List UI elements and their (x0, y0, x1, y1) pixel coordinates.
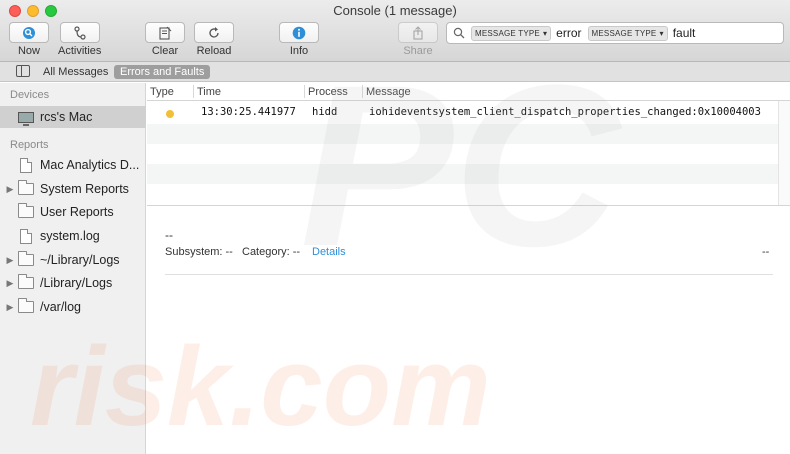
sidebar-item-library-logs[interactable]: ▶ /Library/Logs (0, 272, 146, 294)
search-value-fault: fault (672, 26, 696, 40)
devices-header: Devices (10, 89, 50, 101)
sidebar-item-system-log[interactable]: system.log (0, 225, 146, 247)
disclosure-triangle-icon[interactable]: ▶ (5, 278, 15, 289)
sidebar-item-system-reports[interactable]: ▶ System Reports (0, 178, 146, 200)
sidebar-item-label: Mac Analytics D... (40, 158, 140, 172)
type-indicator-icon (166, 110, 174, 118)
info-label: Info (289, 45, 309, 57)
row-message: iohideventsystem_client_dispatch_propert… (369, 106, 761, 118)
search-field[interactable]: MESSAGE TYPE ▾ error MESSAGE TYPE ▾ faul… (446, 22, 784, 44)
sidebar-item-label: ~/Library/Logs (40, 253, 120, 267)
folder-icon (18, 251, 34, 266)
table-scrollbar[interactable] (778, 101, 790, 205)
row-time: 13:30:25.441977 (201, 106, 296, 118)
log-table: Type Time Process Message 13:30:25.44197… (147, 83, 790, 206)
detail-divider (165, 274, 773, 275)
toolbar: Console (1 message) Now Activities Clear… (0, 0, 790, 62)
reload-icon (209, 26, 219, 38)
now-icon (23, 26, 35, 39)
activities-icon (74, 25, 86, 40)
share-toolbar-item[interactable]: Share (398, 22, 438, 57)
console-window: Console (1 message) Now Activities Clear… (0, 0, 790, 454)
window-title: Console (1 message) (333, 3, 457, 18)
row-process: hidd (312, 106, 338, 118)
sidebar-item-var-log[interactable]: ▶ /var/log (0, 296, 146, 318)
column-header-process[interactable]: Process (308, 86, 348, 98)
activities-label: Activities (58, 45, 102, 57)
scope-all-messages[interactable]: All Messages (37, 65, 114, 79)
folder-icon (18, 180, 34, 195)
details-link[interactable]: Details (312, 246, 346, 258)
sidebar-item-user-reports[interactable]: User Reports (0, 201, 146, 223)
detail-right-value: -- (762, 246, 770, 258)
detail-subsystem: Subsystem: -- (165, 246, 233, 258)
chevron-down-icon: ▾ (542, 28, 548, 38)
now-button[interactable] (9, 22, 49, 43)
sidebar-toggle-icon[interactable] (16, 65, 30, 77)
reload-toolbar-item[interactable]: Reload (194, 22, 234, 57)
clear-label: Clear (151, 45, 179, 57)
sidebar-item-label: /Library/Logs (40, 276, 113, 290)
share-label: Share (403, 45, 433, 57)
sidebar-item-label: rcs's Mac (40, 110, 93, 124)
sidebar-item-mac-analytics[interactable]: Mac Analytics D... (0, 154, 146, 176)
info-button[interactable] (279, 22, 319, 43)
token-label: MESSAGE TYPE (475, 28, 540, 38)
detail-pane: -- Subsystem: -- Category: -- Details -- (147, 207, 790, 454)
share-button[interactable] (398, 22, 438, 43)
activities-button[interactable] (59, 22, 100, 43)
disclosure-triangle-icon[interactable]: ▶ (5, 255, 15, 266)
now-toolbar-item[interactable]: Now (9, 22, 49, 57)
detail-category: Category: -- (242, 246, 301, 258)
clear-button[interactable] (145, 22, 185, 43)
activities-toolbar-item[interactable]: Activities (58, 22, 101, 57)
info-icon (292, 26, 306, 39)
sidebar-item-label: System Reports (40, 182, 129, 196)
column-header-time[interactable]: Time (197, 86, 221, 98)
disclosure-triangle-icon[interactable]: ▶ (5, 184, 15, 195)
computer-icon (18, 111, 34, 126)
table-header: Type Time Process Message (147, 83, 790, 101)
disclosure-triangle-icon[interactable]: ▶ (5, 302, 15, 313)
scope-errors-and-faults[interactable]: Errors and Faults (114, 65, 211, 79)
info-toolbar-item[interactable]: Info (279, 22, 319, 57)
document-icon (20, 157, 32, 173)
folder-icon (18, 298, 34, 313)
token-label: MESSAGE TYPE (591, 28, 657, 38)
sidebar-item-user-library-logs[interactable]: ▶ ~/Library/Logs (0, 249, 146, 271)
reload-button[interactable] (194, 22, 234, 43)
document-icon (20, 228, 32, 244)
search-token-message-type-1[interactable]: MESSAGE TYPE ▾ (471, 25, 552, 41)
sidebar-item-label: /var/log (40, 300, 81, 314)
reports-header: Reports (10, 139, 49, 151)
folder-icon (18, 203, 34, 218)
folder-icon (18, 274, 34, 289)
now-label: Now (17, 45, 40, 57)
column-header-message[interactable]: Message (366, 86, 411, 98)
search-token-message-type-2[interactable]: MESSAGE TYPE ▾ (587, 25, 668, 41)
clear-toolbar-item[interactable]: Clear (145, 22, 185, 57)
sidebar-item-label: system.log (40, 229, 100, 243)
detail-title: -- (165, 228, 173, 242)
share-icon (413, 25, 423, 40)
table-row[interactable]: 13:30:25.441977 hidd iohideventsystem_cl… (147, 101, 778, 123)
search-value-error: error (556, 26, 582, 40)
search-icon (453, 27, 465, 39)
sidebar: Devices rcs's Mac Reports Mac Analytics … (0, 83, 146, 454)
chevron-down-icon: ▾ (659, 28, 664, 38)
sidebar-item-label: User Reports (40, 205, 114, 219)
reload-label: Reload (196, 45, 232, 57)
scope-bar: All Messages Errors and Faults (0, 62, 790, 82)
clear-icon (159, 26, 172, 40)
column-header-type[interactable]: Type (150, 86, 174, 98)
sidebar-item-device[interactable]: rcs's Mac (0, 106, 146, 128)
